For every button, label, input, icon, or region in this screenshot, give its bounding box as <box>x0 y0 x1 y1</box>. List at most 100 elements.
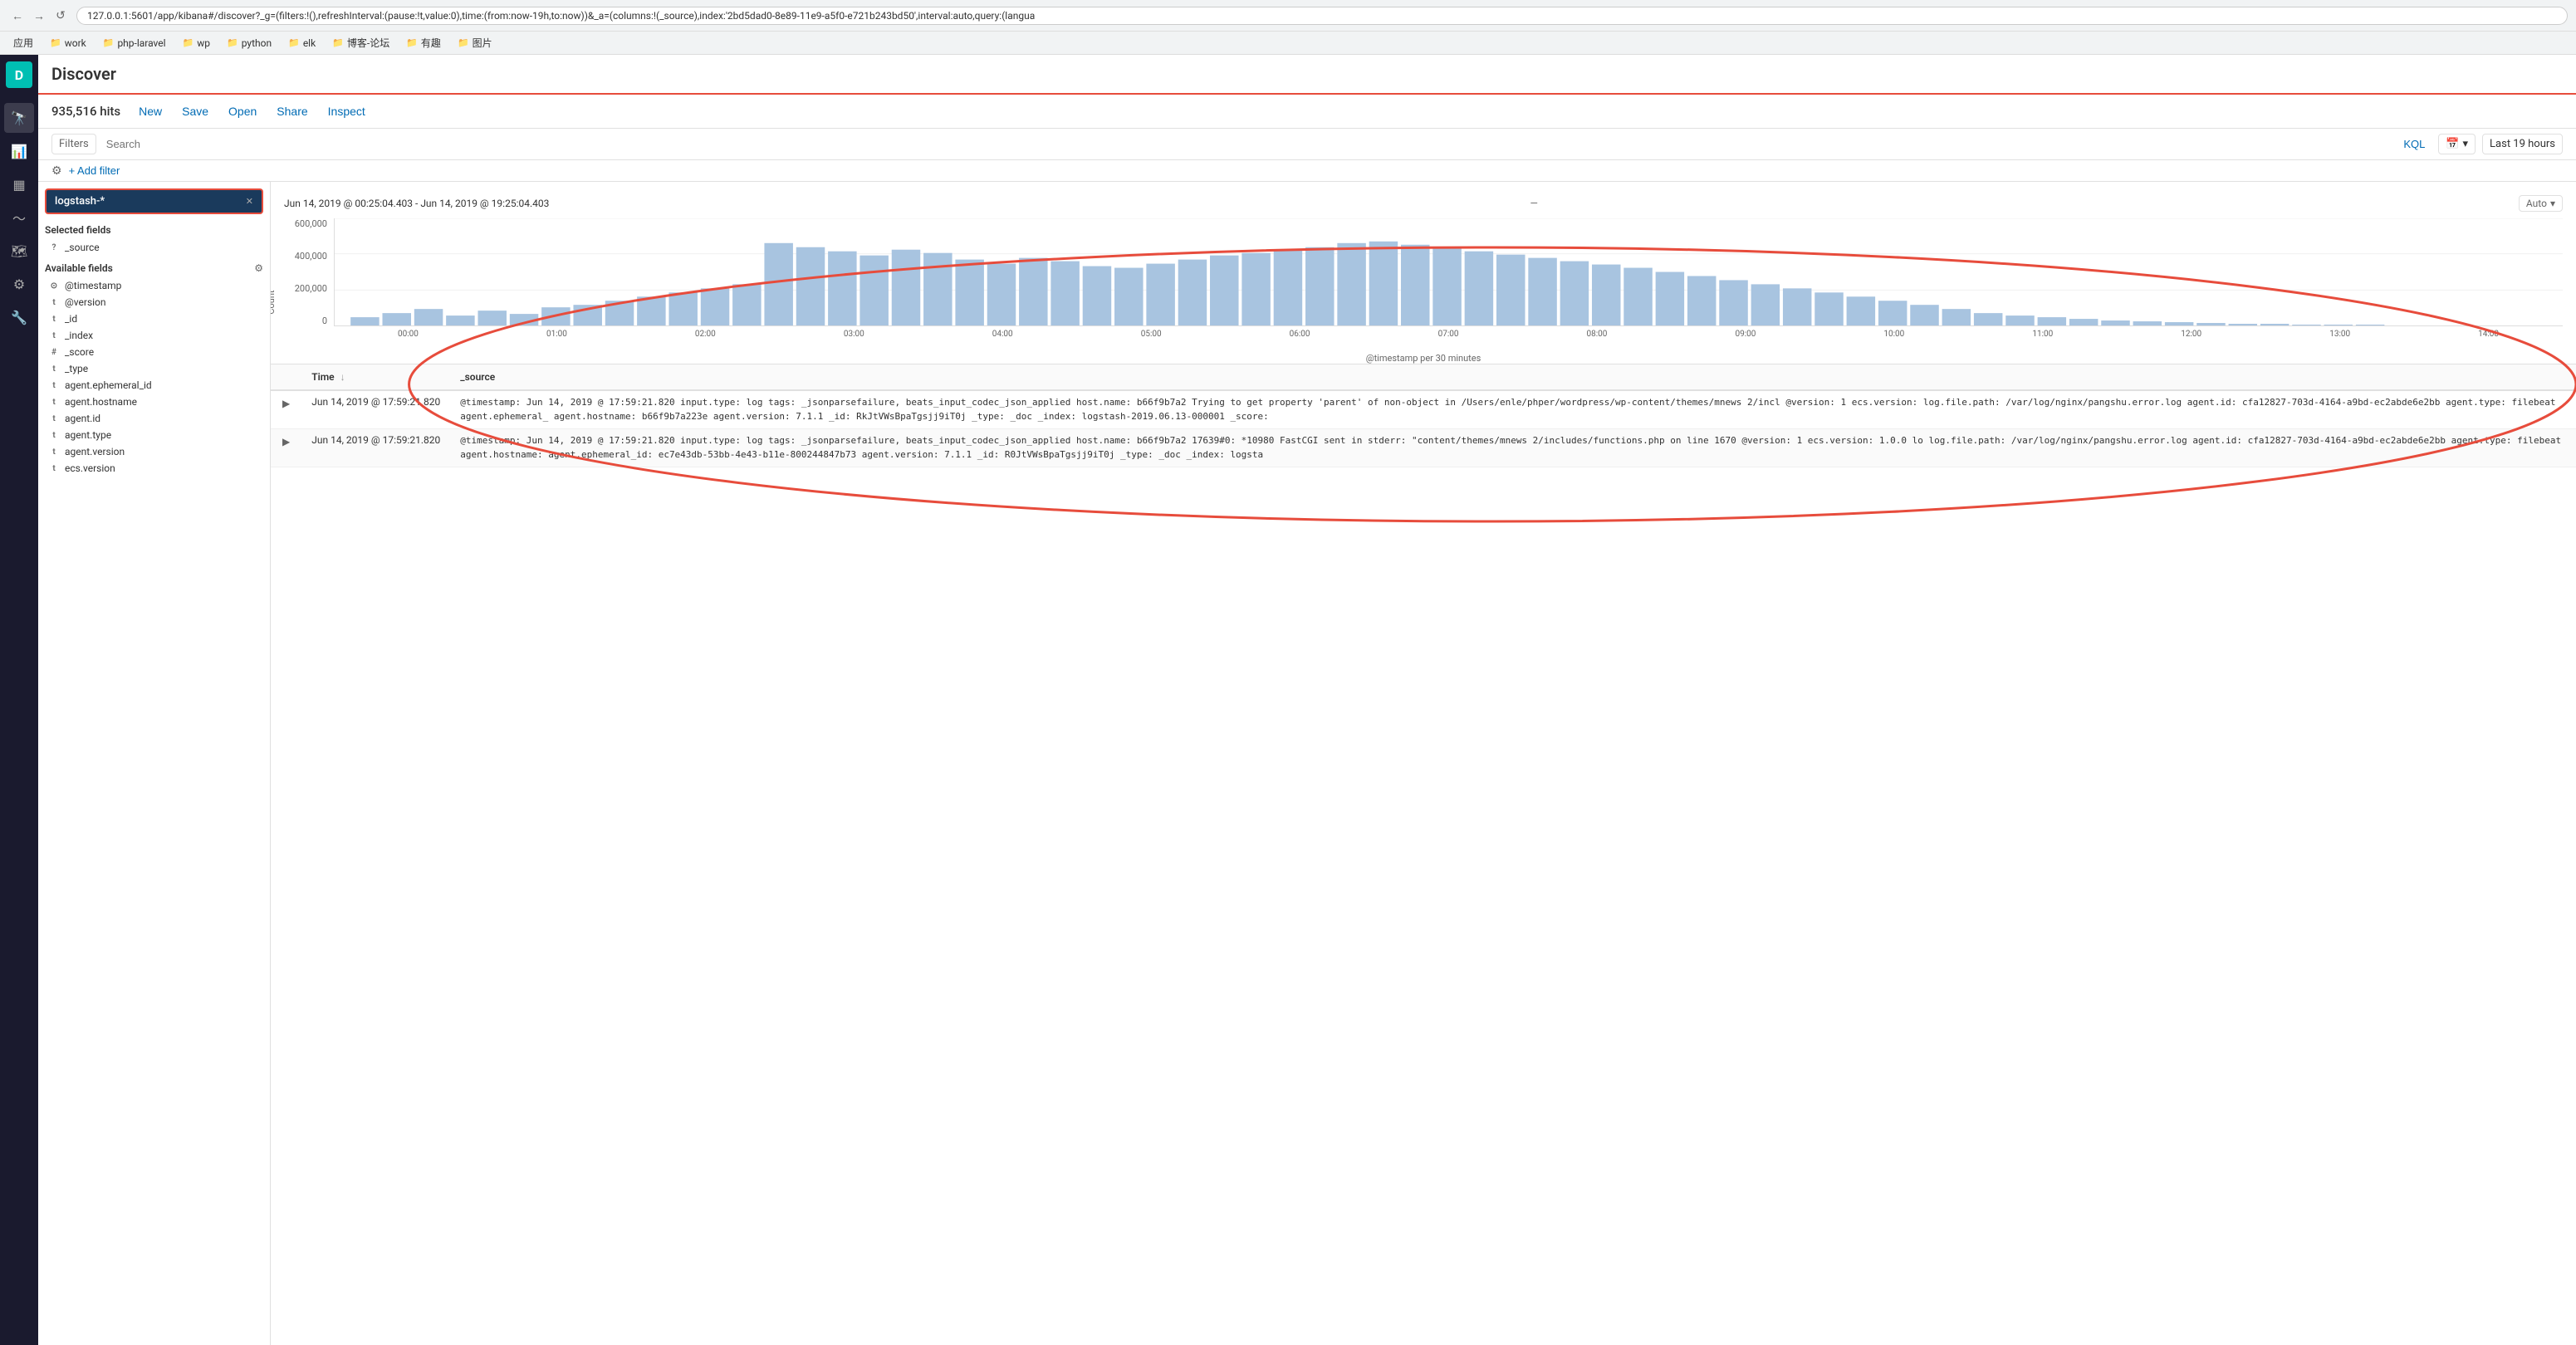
time-col-header[interactable]: Time ↓ <box>301 364 450 391</box>
bookmark-elk[interactable]: elk <box>282 36 322 51</box>
field-agent-version[interactable]: t agent.version <box>45 443 263 460</box>
x-tick-0000: 00:00 <box>334 330 482 339</box>
index-pattern-selector[interactable]: logstash-* ✕ <box>45 188 263 214</box>
settings-gear-button[interactable]: ⚙ <box>51 164 62 178</box>
main-content: Discover 935,516 hits New Save Open Shar… <box>38 55 2576 1345</box>
nav-maps[interactable]: 🗺 <box>4 236 34 266</box>
source-col-header: _source <box>450 364 2576 391</box>
field-name-label: _source <box>65 242 100 253</box>
nav-visualize[interactable]: 📊 <box>4 136 34 166</box>
field-agent-hostname[interactable]: t agent.hostname <box>45 394 263 410</box>
sidebar: logstash-* ✕ Selected fields ? _source A… <box>38 182 271 1345</box>
bookmark-blog[interactable]: 博客-论坛 <box>326 34 396 51</box>
nav-discover[interactable]: 🔭 <box>4 103 34 133</box>
nav-devtools[interactable]: ⚙ <box>4 269 34 299</box>
field-agent-id[interactable]: t agent.id <box>45 410 263 427</box>
field-version[interactable]: t @version <box>45 294 263 311</box>
add-filter-button[interactable]: + Add filter <box>69 164 120 177</box>
share-button[interactable]: Share <box>268 101 316 121</box>
page-title: Discover <box>51 64 116 84</box>
address-bar[interactable]: 127.0.0.1:5601/app/kibana#/discover?_g=(… <box>76 7 2568 25</box>
kibana-logo[interactable]: D <box>6 61 32 88</box>
hits-count: 935,516 hits <box>51 104 120 119</box>
y-axis-label: Count <box>271 291 277 315</box>
x-tick-1400: 14:00 <box>2414 330 2563 339</box>
field-timestamp[interactable]: ⊙ @timestamp <box>45 277 263 294</box>
selected-fields-title: Selected fields <box>45 224 263 236</box>
source-cell-1: @timestamp: Jun 14, 2019 @ 17:59:21.820 … <box>450 390 2576 429</box>
auto-interval-select[interactable]: Auto ▾ <box>2519 195 2563 212</box>
field-type[interactable]: t _type <box>45 360 263 377</box>
y-label-200k: 200,000 <box>295 283 327 294</box>
field-index[interactable]: t _index <box>45 327 263 344</box>
inspect-button[interactable]: Inspect <box>320 101 374 121</box>
expand-row-1-button[interactable]: ▶ <box>281 396 291 411</box>
x-tick-0400: 04:00 <box>928 330 1077 339</box>
source-cell-2: @timestamp: Jun 14, 2019 @ 17:59:21.820 … <box>450 429 2576 467</box>
nav-timelion[interactable]: 〜 <box>4 203 34 232</box>
x-tick-1100: 11:00 <box>1968 330 2117 339</box>
chart-svg <box>335 218 2563 325</box>
chart-content[interactable] <box>334 218 2563 326</box>
y-label-0: 0 <box>322 315 327 326</box>
browser-nav-buttons: ← → ↺ <box>8 7 70 25</box>
expand-row-2-button[interactable]: ▶ <box>281 434 291 449</box>
x-tick-1300: 13:00 <box>2265 330 2414 339</box>
bookmarks-bar: 应用 work php-laravel wp python elk 博客-论坛 … <box>0 32 2576 55</box>
bookmark-apps[interactable]: 应用 <box>7 34 40 51</box>
chart-header: Jun 14, 2019 @ 00:25:04.403 - Jun 14, 20… <box>284 195 2563 212</box>
bookmark-php-laravel[interactable]: php-laravel <box>96 36 173 51</box>
calendar-chevron: ▾ <box>2463 138 2469 150</box>
x-tick-1000: 10:00 <box>1819 330 1968 339</box>
new-button[interactable]: New <box>130 101 170 121</box>
chart-container: Jun 14, 2019 @ 00:25:04.403 - Jun 14, 20… <box>271 182 2576 364</box>
table-header-row: Time ↓ _source <box>271 364 2576 391</box>
browser-chrome: ← → ↺ 127.0.0.1:5601/app/kibana#/discove… <box>0 0 2576 32</box>
timestamp-cell-1: Jun 14, 2019 @ 17:59:21.820 <box>301 390 450 429</box>
save-button[interactable]: Save <box>174 101 217 121</box>
chart-wrapper: 600,000 400,000 200,000 0 <box>284 218 2563 351</box>
index-pattern-label: logstash-* <box>55 195 105 208</box>
field-ecs-version[interactable]: t ecs.version <box>45 460 263 477</box>
x-tick-0600: 06:00 <box>1226 330 1374 339</box>
chart-dash-separator: — <box>1530 198 1537 209</box>
nav-management[interactable]: 🔧 <box>4 302 34 332</box>
back-button[interactable]: ← <box>8 7 27 25</box>
field-agent-type[interactable]: t agent.type <box>45 427 263 443</box>
index-pattern-close-icon[interactable]: ✕ <box>246 196 253 207</box>
results-container: Time ↓ _source ▶ Jun 14, <box>271 364 2576 467</box>
bookmark-interesting[interactable]: 有趣 <box>399 34 448 51</box>
viz-area: Jun 14, 2019 @ 00:25:04.403 - Jun 14, 20… <box>271 182 2576 1345</box>
refresh-button[interactable]: ↺ <box>51 7 70 25</box>
sort-icon: ↓ <box>340 371 345 383</box>
content-area: logstash-* ✕ Selected fields ? _source A… <box>38 182 2576 1345</box>
calendar-picker[interactable]: 📅 ▾ <box>2438 134 2476 154</box>
open-button[interactable]: Open <box>220 101 265 121</box>
expand-col-header <box>271 364 301 391</box>
forward-button[interactable]: → <box>30 7 48 25</box>
bookmark-wp[interactable]: wp <box>176 36 217 51</box>
y-label-400k: 400,000 <box>295 251 327 262</box>
bookmark-work[interactable]: work <box>43 36 93 51</box>
chevron-down-icon: ▾ <box>2550 198 2555 209</box>
field-score[interactable]: # _score <box>45 344 263 360</box>
bookmark-python[interactable]: python <box>220 36 278 51</box>
field-source[interactable]: ? _source <box>45 239 263 256</box>
nav-dashboard[interactable]: ▦ <box>4 169 34 199</box>
table-row: ▶ Jun 14, 2019 @ 17:59:21.820 @timestamp… <box>271 429 2576 467</box>
field-type-icon: ? <box>48 243 60 252</box>
search-input[interactable] <box>103 134 2391 154</box>
bookmark-images[interactable]: 图片 <box>451 34 499 51</box>
x-tick-0200: 02:00 <box>631 330 780 339</box>
options-row: ⚙ + Add filter <box>38 160 2576 182</box>
kibana-wrapper: D 🔭 📊 ▦ 〜 🗺 ⚙ 🔧 Discover 935,516 hits Ne… <box>0 55 2576 1345</box>
chart-x-label: @timestamp per 30 minutes <box>284 353 2563 364</box>
field-agent-ephemeral-id[interactable]: t agent.ephemeral_id <box>45 377 263 394</box>
field-id[interactable]: t _id <box>45 311 263 327</box>
chart-x-axis: 00:00 01:00 02:00 03:00 04:00 05:00 06:0… <box>334 326 2563 351</box>
kql-button[interactable]: KQL <box>2397 134 2432 154</box>
x-tick-0500: 05:00 <box>1077 330 1226 339</box>
time-range-display[interactable]: Last 19 hours <box>2482 134 2563 154</box>
x-tick-0300: 03:00 <box>780 330 928 339</box>
fields-settings-button[interactable]: ⚙ <box>254 262 263 274</box>
